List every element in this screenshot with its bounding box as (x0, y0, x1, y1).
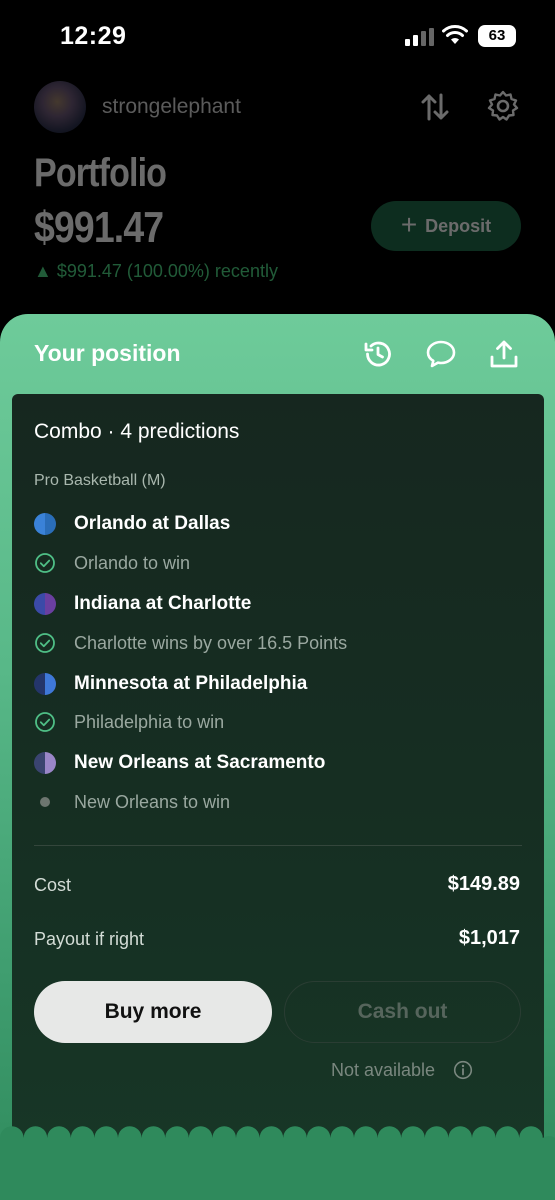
plus-icon: + (400, 208, 418, 240)
cash-out-button[interactable]: Cash out (284, 981, 521, 1043)
list-item-game: New Orleans at Sacramento (34, 750, 325, 776)
check-circle-icon (35, 553, 55, 573)
history-icon[interactable] (362, 338, 394, 370)
payout-label: Payout if right (34, 929, 145, 949)
game-label: New Orleans at Sacramento (74, 752, 326, 773)
check-circle-icon (35, 712, 55, 732)
list-item-pick: Charlotte wins by over 16.5 Points (34, 630, 347, 656)
league-label: Pro Basketball (M) (34, 472, 166, 489)
portfolio-value: $991.47 (34, 203, 164, 252)
pick-label: Charlotte wins by over 16.5 Points (74, 632, 348, 653)
swap-arrows-icon[interactable] (420, 91, 450, 123)
list-item-game: Orlando at Dallas (34, 511, 230, 537)
not-available-text: Not available (331, 1060, 436, 1080)
share-icon[interactable] (488, 338, 520, 370)
list-item-game: Indiana at Charlotte (34, 591, 251, 617)
pick-label: Philadelphia to win (74, 711, 225, 732)
team-icon (34, 513, 56, 535)
pending-dot-icon (34, 791, 56, 813)
game-label: Indiana at Charlotte (74, 593, 252, 614)
sheet-title: Your position (34, 340, 181, 366)
team-icon (34, 593, 56, 615)
list-item-pick: Orlando to win (34, 550, 190, 576)
comment-icon[interactable] (425, 338, 457, 370)
gear-icon[interactable] (487, 90, 519, 122)
list-item-pick: Philadelphia to win (34, 709, 224, 735)
team-icon (34, 673, 56, 695)
divider (34, 845, 522, 846)
deposit-label: Deposit (425, 215, 492, 236)
username: strongelephant (102, 95, 241, 118)
pick-label: Orlando to win (74, 552, 191, 573)
team-icon (34, 752, 56, 774)
list-item-pick: New Orleans to win (34, 789, 230, 815)
combo-title: Combo · 4 predictions (34, 420, 240, 443)
wifi-icon (442, 25, 468, 44)
ticket-edge (0, 1126, 555, 1200)
payout-value: $1,017 (458, 927, 520, 949)
avatar[interactable] (34, 81, 86, 133)
cellular-signal-icon (405, 28, 434, 46)
pick-label: New Orleans to win (74, 791, 231, 812)
portfolio-background: strongelephant Portfolio $991.47 ▲ $991.… (0, 75, 555, 315)
game-label: Minnesota at Philadelphia (74, 673, 308, 694)
portfolio-change: ▲ $991.47 (100.00%) recently (34, 261, 278, 281)
buy-more-button[interactable]: Buy more (34, 981, 272, 1043)
cost-value: $149.89 (447, 873, 520, 895)
check-circle-icon (35, 633, 55, 653)
portfolio-title: Portfolio (34, 151, 167, 195)
deposit-button[interactable]: + Deposit (371, 201, 521, 251)
status-bar: 12:29 63 (0, 0, 555, 70)
status-time: 12:29 (60, 22, 127, 50)
combo-card: Combo · 4 predictions Pro Basketball (M)… (12, 394, 544, 1200)
battery-indicator: 63 (478, 25, 516, 47)
list-item-game: Minnesota at Philadelphia (34, 671, 307, 697)
cost-label: Cost (34, 875, 72, 895)
info-icon[interactable] (453, 1060, 473, 1080)
game-label: Orlando at Dallas (74, 513, 231, 534)
position-sheet: Your position Combo · 4 predictions Pro … (0, 314, 555, 1200)
